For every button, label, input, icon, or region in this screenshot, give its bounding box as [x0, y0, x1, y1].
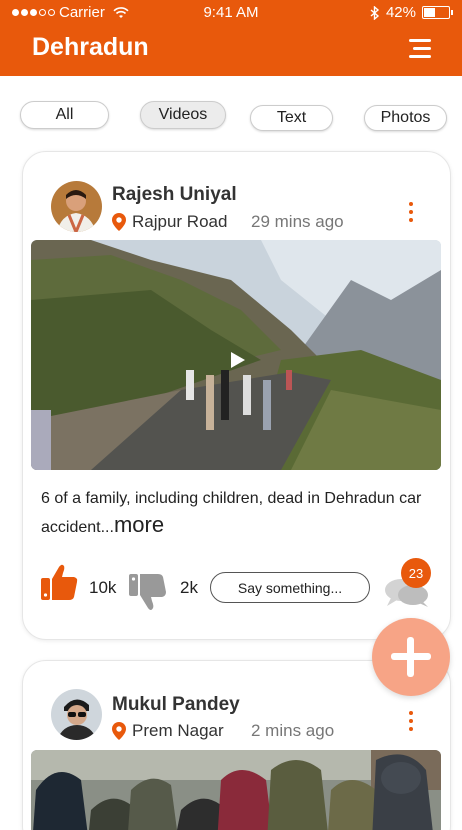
post-time: 2 mins ago [251, 721, 335, 740]
more-link[interactable]: more [114, 512, 164, 537]
like-count: 10k [89, 578, 117, 597]
app-header: Carrier 9:41 AM 42% Dehradun [0, 0, 462, 76]
tab-photos[interactable]: Photos [364, 105, 447, 131]
post-photo[interactable] [31, 750, 441, 830]
post-caption-text: 6 of a family, including children, dead … [41, 490, 422, 536]
battery-percent: 42% [385, 4, 416, 21]
hamburger-menu-icon[interactable] [407, 39, 431, 59]
tab-label: Text [276, 109, 307, 126]
post-location: Rajpur Road [132, 212, 228, 231]
battery-icon [422, 6, 453, 19]
post-author[interactable]: Mukul Pandey [112, 694, 240, 716]
like-icon[interactable] [39, 562, 79, 602]
post-card: Rajesh Uniyal Rajpur Road 29 mins ago 6 … [22, 151, 451, 640]
post-video[interactable] [31, 240, 441, 470]
add-post-button[interactable] [372, 618, 450, 696]
play-icon[interactable] [231, 352, 245, 368]
dislike-count: 2k [180, 578, 198, 597]
comment-input[interactable]: Say something... [210, 572, 370, 603]
post-author[interactable]: Rajesh Uniyal [112, 184, 237, 206]
avatar[interactable] [51, 181, 102, 232]
more-options-icon[interactable] [409, 202, 413, 226]
dislike-icon[interactable] [129, 572, 167, 614]
comment-count-badge: 23 [401, 558, 431, 588]
status-bar: Carrier 9:41 AM 42% [0, 0, 462, 26]
tab-label: Photos [380, 109, 431, 126]
avatar[interactable] [51, 689, 102, 740]
post-time: 29 mins ago [251, 212, 344, 231]
page-title: Dehradun [32, 33, 149, 61]
status-bar-right: 42% [370, 4, 453, 21]
battery-level [424, 8, 435, 17]
tab-videos[interactable]: Videos [140, 101, 226, 129]
bluetooth-icon [370, 5, 380, 20]
location-pin-icon [112, 213, 126, 231]
location-pin-icon [112, 722, 126, 740]
tab-text[interactable]: Text [250, 105, 333, 131]
tab-label: Videos [158, 106, 208, 123]
post-location: Prem Nagar [132, 721, 224, 740]
comment-placeholder: Say something... [237, 579, 343, 596]
post-caption: 6 of a family, including children, dead … [41, 486, 436, 541]
more-options-icon[interactable] [409, 711, 413, 735]
tab-label: All [55, 106, 74, 123]
tab-all[interactable]: All [20, 101, 109, 129]
